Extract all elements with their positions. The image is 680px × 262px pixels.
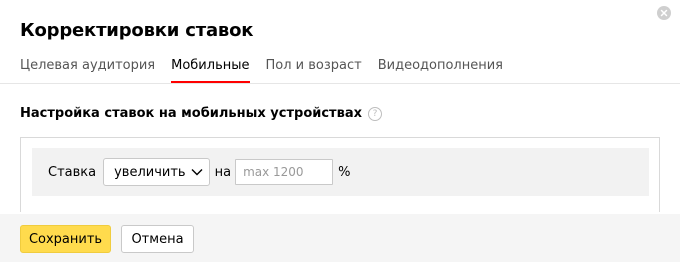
- section-title: Настройка ставок на мобильных устройства…: [20, 106, 382, 121]
- rate-settings-panel: Ставка увеличить на %: [20, 137, 660, 212]
- cancel-button[interactable]: Отмена: [121, 225, 194, 253]
- tab-target-audience[interactable]: Целевая аудитория: [20, 58, 155, 83]
- close-icon[interactable]: [657, 6, 671, 20]
- section-title-text: Настройка ставок на мобильных устройства…: [20, 106, 362, 121]
- tab-mobile[interactable]: Мобильные: [171, 58, 250, 83]
- rate-row: Ставка увеличить на %: [32, 148, 649, 196]
- tabs-divider: [0, 83, 680, 84]
- tab-gender-age[interactable]: Пол и возраст: [266, 58, 362, 83]
- chevron-down-icon: [191, 165, 203, 180]
- bid-adjustments-dialog: Корректировки ставок Целевая аудитория М…: [0, 0, 680, 262]
- rate-mode-value: увеличить: [114, 164, 186, 180]
- question-circle-icon[interactable]: ?: [367, 106, 382, 121]
- rate-label: Ставка: [48, 164, 97, 180]
- rate-mode-select[interactable]: увеличить: [103, 158, 210, 186]
- tabs-bar: Целевая аудитория Мобильные Пол и возрас…: [20, 58, 519, 83]
- save-button[interactable]: Сохранить: [20, 225, 111, 253]
- rate-connector-label: на: [214, 164, 232, 180]
- percent-label: %: [338, 164, 351, 180]
- tab-video-extensions[interactable]: Видеодополнения: [378, 58, 503, 83]
- dialog-title: Корректировки ставок: [20, 20, 254, 41]
- rate-value-input[interactable]: [235, 159, 334, 185]
- dialog-footer: Сохранить Отмена: [0, 214, 680, 262]
